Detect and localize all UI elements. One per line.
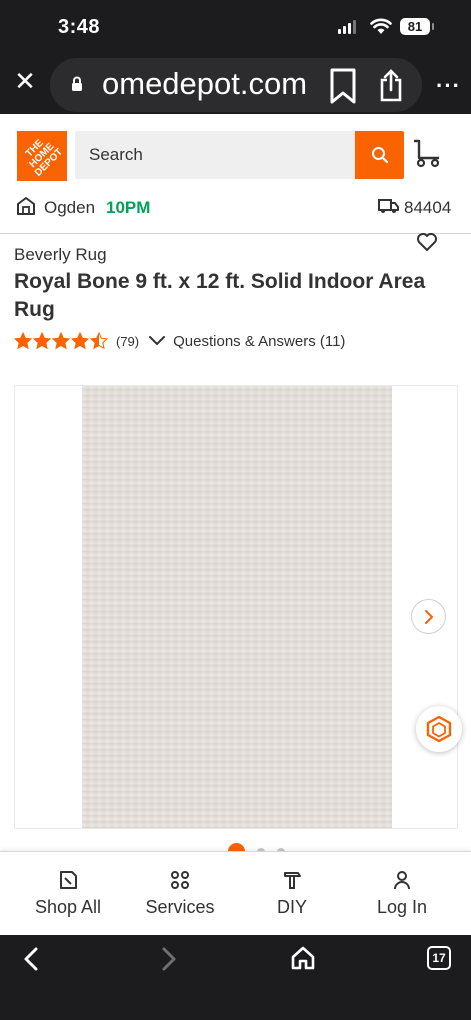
star-icon bbox=[33, 332, 51, 350]
logo-text: THE HOME DEPOT bbox=[23, 137, 65, 179]
bookmark-icon[interactable] bbox=[328, 68, 358, 104]
product-image-rug bbox=[82, 386, 392, 828]
ar-hexagon-icon bbox=[426, 715, 452, 743]
search-icon bbox=[371, 147, 388, 164]
view-in-room-button[interactable] bbox=[416, 706, 462, 752]
favorite-heart-icon[interactable] bbox=[416, 232, 438, 252]
nav-label-diy: DIY bbox=[276, 897, 307, 917]
chevron-right-icon bbox=[424, 609, 433, 624]
cart-icon[interactable] bbox=[412, 138, 442, 168]
battery-icon: 81 bbox=[400, 18, 434, 35]
search-placeholder: Search bbox=[89, 145, 143, 164]
star-icon bbox=[90, 332, 108, 350]
store-name: Ogden bbox=[44, 198, 96, 217]
product-title: Royal Bone 9 ft. x 12 ft. Solid Indoor A… bbox=[14, 270, 426, 321]
store-hours: 10PM bbox=[106, 198, 151, 217]
review-count[interactable]: (79) bbox=[116, 334, 139, 349]
status-time: 3:48 bbox=[58, 16, 101, 38]
bottom-nav: Shop All Services DIY Log In bbox=[0, 851, 471, 935]
delivery-truck-icon bbox=[378, 199, 399, 213]
close-icon[interactable]: ✕ bbox=[12, 68, 38, 94]
nav-log-in[interactable]: Log In bbox=[346, 852, 458, 936]
wifi-icon bbox=[370, 18, 392, 34]
diy-hammer-icon bbox=[284, 872, 301, 889]
search-input[interactable]: Search bbox=[75, 131, 355, 179]
cellular-signal-icon bbox=[338, 20, 356, 34]
nav-services[interactable]: Services bbox=[124, 852, 236, 936]
next-image-button[interactable] bbox=[411, 599, 446, 634]
questions-answers-link[interactable]: Questions & Answers (11) bbox=[173, 333, 345, 350]
url-text: omedepot.com bbox=[102, 66, 308, 101]
site-header: THE HOME DEPOT Search Ogden 10PM 84404 bbox=[0, 114, 471, 234]
nav-label-services: Services bbox=[145, 897, 215, 917]
product-brand[interactable]: Beverly Rug bbox=[14, 245, 107, 265]
browser-toolbar: 17 bbox=[0, 935, 471, 1020]
chevron-down-icon bbox=[149, 336, 166, 346]
browser-url-row: ✕ omedepot.com ··· bbox=[0, 56, 471, 114]
product-image-gallery[interactable] bbox=[14, 385, 458, 829]
shop-all-icon bbox=[60, 871, 77, 889]
nav-diy[interactable]: DIY bbox=[236, 852, 348, 936]
back-icon[interactable] bbox=[20, 945, 44, 973]
search-button[interactable] bbox=[355, 131, 404, 179]
services-icon bbox=[171, 871, 189, 889]
lock-icon bbox=[72, 76, 82, 91]
delivery-zip: 84404 bbox=[404, 198, 452, 217]
address-bar[interactable]: omedepot.com bbox=[50, 58, 422, 112]
home-depot-logo[interactable]: THE HOME DEPOT bbox=[17, 131, 67, 181]
star-icon bbox=[71, 332, 89, 350]
store-icon bbox=[17, 197, 35, 215]
person-icon bbox=[394, 871, 410, 890]
more-options-icon[interactable]: ··· bbox=[436, 75, 461, 97]
tabs-count-icon[interactable]: 17 bbox=[427, 946, 451, 970]
home-icon[interactable] bbox=[290, 945, 316, 971]
star-icon bbox=[52, 332, 70, 350]
rating-row[interactable]: (79) Questions & Answers (11) bbox=[14, 330, 345, 352]
store-info-row[interactable]: Ogden 10PM 84404 bbox=[0, 196, 471, 220]
share-icon[interactable] bbox=[378, 68, 404, 102]
nav-label-shop-all: Shop All bbox=[34, 897, 102, 917]
nav-label-log-in: Log In bbox=[376, 897, 428, 917]
star-rating bbox=[14, 332, 108, 350]
forward-icon[interactable] bbox=[156, 945, 180, 973]
star-icon bbox=[14, 332, 32, 350]
status-bar: 3:48 81 bbox=[0, 0, 471, 56]
nav-shop-all[interactable]: Shop All bbox=[12, 852, 124, 936]
